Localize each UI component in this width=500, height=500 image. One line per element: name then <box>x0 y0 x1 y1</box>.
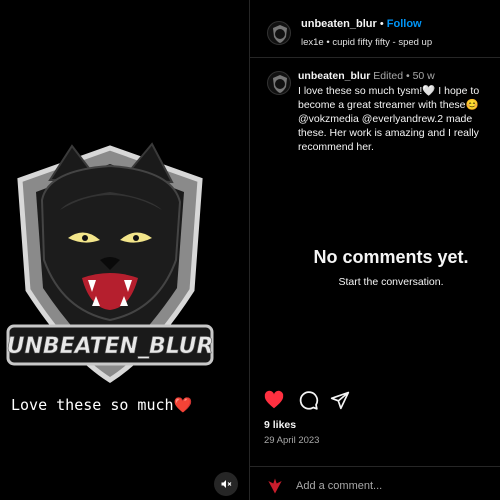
comment-text: I love these so much tysm!🤍 I hope to be… <box>298 84 500 154</box>
add-comment-bar <box>250 466 500 500</box>
comment-username[interactable]: unbeaten_blur <box>298 70 370 82</box>
comment-line: I love these so much tysm!🤍 I hope to <box>298 85 480 97</box>
media-caption: Love these so much❤️ <box>11 396 192 414</box>
audio-info[interactable]: lex1e • cupid fifty fifty - sped up <box>301 37 432 48</box>
post-header: unbeaten_blur • Follow lex1e • cupid fif… <box>250 0 500 58</box>
follow-button[interactable]: Follow <box>387 18 422 30</box>
comment-timestamp[interactable]: 50 w <box>413 70 435 82</box>
comment-icon <box>299 390 318 410</box>
edited-label: Edited <box>373 70 404 82</box>
separator-dot: • <box>405 70 410 82</box>
comment-meta: unbeaten_blur Edited • 50 w <box>298 70 435 82</box>
panther-avatar-icon <box>273 25 287 43</box>
separator-dot: • <box>379 18 384 30</box>
comment-line: become a great streamer with these😊 <box>298 99 479 111</box>
like-button[interactable] <box>262 388 286 412</box>
comment-line: these. Her work is amazing and I really <box>298 127 479 139</box>
media-caption-text: Love these so much <box>11 396 174 414</box>
comment-line: @vokzmedia @everlyandrew.2 made <box>298 113 473 125</box>
speaker-muted-icon <box>221 480 232 488</box>
send-icon <box>330 391 350 410</box>
comment-button[interactable] <box>296 388 320 412</box>
post-date[interactable]: 29 April 2023 <box>264 435 319 446</box>
share-button[interactable] <box>328 388 352 412</box>
avatar[interactable] <box>267 71 291 95</box>
heart-emoji-icon: ❤️ <box>173 396 193 414</box>
emoji-button[interactable] <box>265 476 285 496</box>
audio-title: cupid fifty fifty - sped up <box>332 37 433 48</box>
panther-avatar-icon <box>273 75 287 93</box>
separator-dot: • <box>326 37 330 48</box>
comment-input[interactable] <box>296 477 486 495</box>
audio-artist: lex1e <box>301 37 324 48</box>
heart-filled-icon <box>264 390 284 409</box>
logo-text: UNBEATEN_BLUR <box>7 334 214 359</box>
mute-button[interactable] <box>214 472 238 496</box>
panther-logo-image: UNBEATEN_BLUR <box>6 142 214 383</box>
post-sidebar: unbeaten_blur • Follow lex1e • cupid fif… <box>250 0 500 500</box>
comment-line: recommend her. <box>298 141 374 153</box>
action-bar <box>250 384 500 414</box>
avatar[interactable] <box>267 21 291 45</box>
header-username[interactable]: unbeaten_blur <box>301 18 377 30</box>
no-comments-subtitle: Start the conversation. <box>338 276 444 288</box>
no-comments-title: No comments yet. <box>313 247 469 267</box>
post-media[interactable]: UNBEATEN_BLUR Love these so much❤️ <box>0 0 250 500</box>
likes-count[interactable]: 9 likes <box>264 419 296 431</box>
emoji-icon <box>268 478 282 494</box>
header-user-row: unbeaten_blur • Follow <box>301 18 422 30</box>
